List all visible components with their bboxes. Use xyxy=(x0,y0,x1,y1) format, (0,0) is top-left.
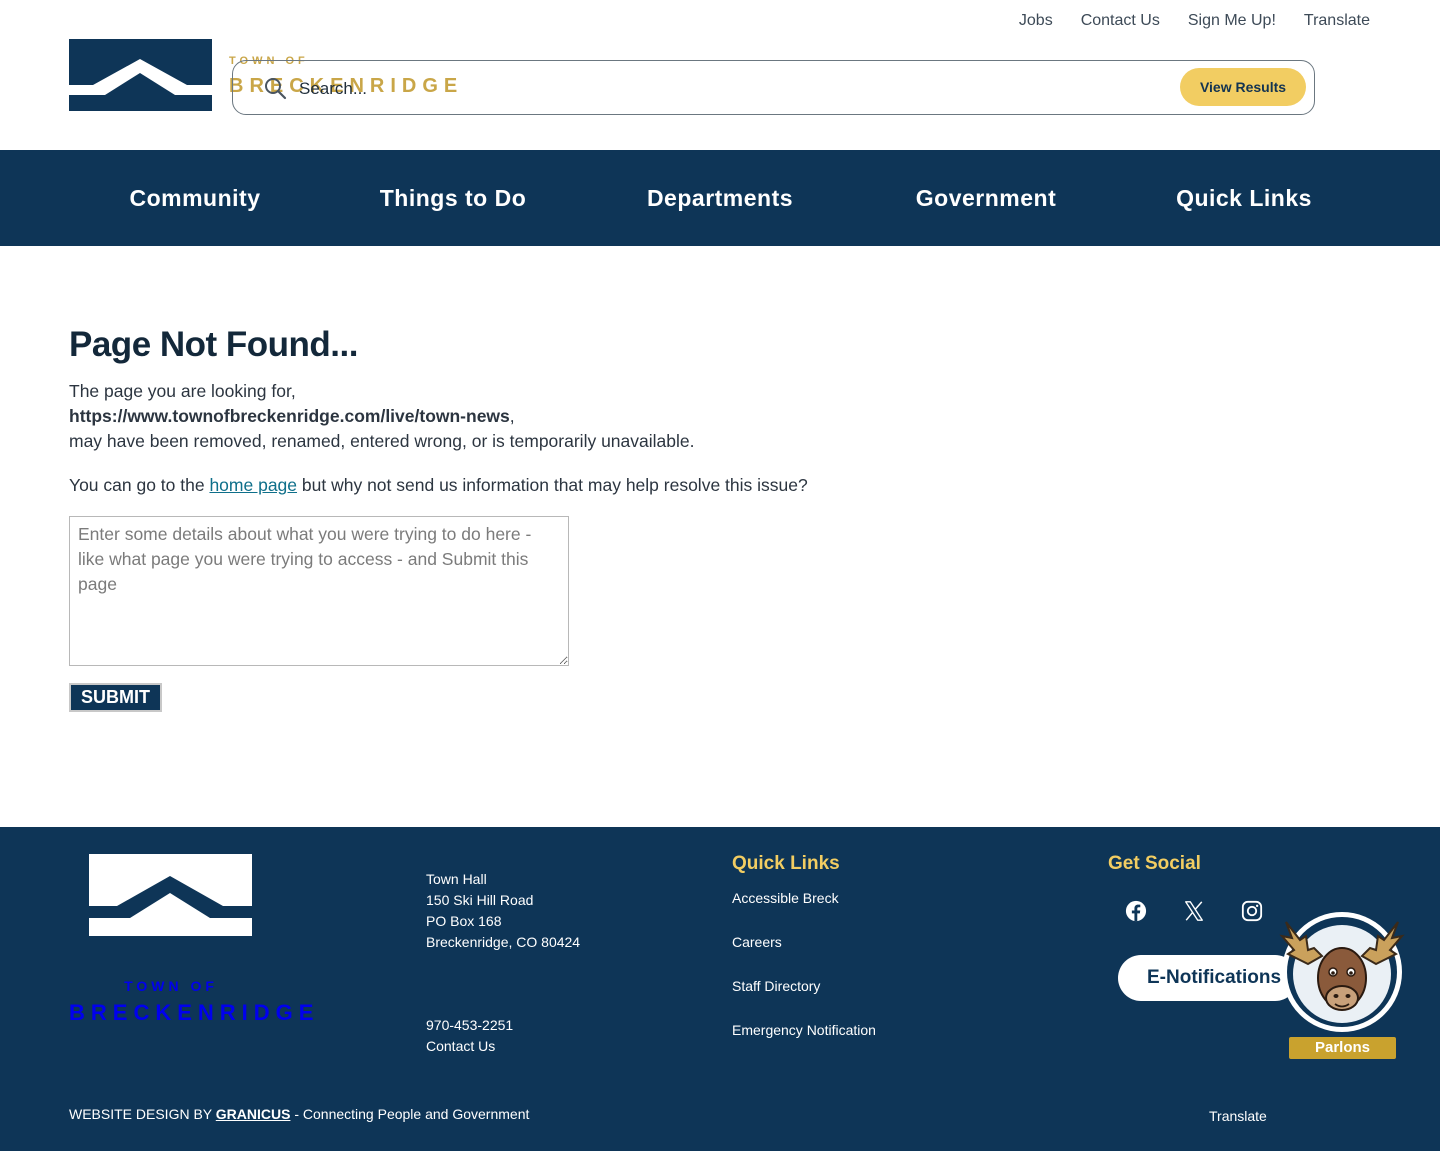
help-prompt: You can go to the home page but why not … xyxy=(69,473,969,498)
footer-phone[interactable]: 970-453-2251 xyxy=(426,1015,513,1036)
footer-address: Town Hall 150 Ski Hill Road PO Box 168 B… xyxy=(426,869,580,953)
e-notifications-button[interactable]: E-Notifications xyxy=(1118,955,1298,1001)
moose-mascot-icon xyxy=(1279,912,1405,1032)
nav-item-quick-links[interactable]: Quick Links xyxy=(1176,150,1312,246)
home-page-link[interactable]: home page xyxy=(209,475,297,495)
footer-logo-town-of: TOWN OF xyxy=(124,978,218,994)
site-credit: WEBSITE DESIGN BY GRANICUS - Connecting … xyxy=(69,1106,529,1122)
footer-link-staff-directory[interactable]: Staff Directory xyxy=(732,978,876,1022)
footer-link-careers[interactable]: Careers xyxy=(732,934,876,978)
error-message: The page you are looking for, https://ww… xyxy=(69,379,969,454)
url-suffix: , xyxy=(509,406,515,426)
main-nav: Community Things to Do Departments Gover… xyxy=(0,150,1440,246)
footer-mountain-logo-icon xyxy=(89,854,252,936)
nav-item-government[interactable]: Government xyxy=(916,150,1056,246)
help-prompt-before: You can go to the xyxy=(69,475,210,495)
utility-link-contact-us[interactable]: Contact Us xyxy=(1081,12,1160,30)
site-footer: TOWN OF BRECKENRIDGE Town Hall 150 Ski H… xyxy=(0,827,1440,1151)
credit-suffix: - Connecting People and Government xyxy=(290,1106,530,1122)
error-line-1: The page you are looking for, xyxy=(69,381,296,401)
nav-item-things-to-do[interactable]: Things to Do xyxy=(380,150,527,246)
chatbot-label: Parlons xyxy=(1289,1037,1396,1059)
mountain-logo-icon xyxy=(69,39,212,111)
x-icon[interactable] xyxy=(1183,900,1205,922)
main-content: Page Not Found... The page you are looki… xyxy=(69,325,969,712)
footer-link-accessible-breck[interactable]: Accessible Breck xyxy=(732,890,876,934)
utility-link-translate[interactable]: Translate xyxy=(1304,12,1370,30)
facebook-icon[interactable] xyxy=(1125,900,1147,922)
feedback-textarea[interactable] xyxy=(69,516,569,666)
utility-link-jobs[interactable]: Jobs xyxy=(1019,12,1053,30)
requested-url: https://www.townofbreckenridge.com/live/… xyxy=(69,406,510,426)
granicus-link[interactable]: GRANICUS xyxy=(216,1106,291,1122)
utility-link-sign-me-up[interactable]: Sign Me Up! xyxy=(1188,12,1276,30)
address-line: PO Box 168 xyxy=(426,913,502,929)
page-title: Page Not Found... xyxy=(69,325,358,364)
error-line-3: may have been removed, renamed, entered … xyxy=(69,431,695,451)
search-input[interactable] xyxy=(299,75,1159,103)
search-bar: View Results xyxy=(232,60,1315,115)
footer-translate-link[interactable]: Translate xyxy=(1209,1108,1267,1124)
chatbot-widget[interactable]: Parlons xyxy=(1272,910,1412,1060)
submit-button[interactable]: SUBMIT xyxy=(69,683,162,712)
footer-quick-links: Accessible Breck Careers Staff Directory… xyxy=(732,890,876,1066)
search-icon xyxy=(265,78,287,100)
address-line: 150 Ski Hill Road xyxy=(426,892,534,908)
credit-prefix: WEBSITE DESIGN BY xyxy=(69,1106,216,1122)
footer-quick-links-heading: Quick Links xyxy=(732,853,840,874)
footer-logo-name: BRECKENRIDGE xyxy=(69,1000,320,1025)
address-line: Breckenridge, CO 80424 xyxy=(426,934,581,950)
address-line: Town Hall xyxy=(426,871,487,887)
social-links xyxy=(1125,900,1263,922)
nav-item-departments[interactable]: Departments xyxy=(647,150,793,246)
footer-logo[interactable]: TOWN OF BRECKENRIDGE xyxy=(69,854,313,1025)
instagram-icon[interactable] xyxy=(1241,900,1263,922)
utility-nav: Jobs Contact Us Sign Me Up! Translate xyxy=(1019,0,1370,42)
footer-contact: 970-453-2251 Contact Us xyxy=(426,1015,513,1057)
nav-item-community[interactable]: Community xyxy=(130,150,261,246)
view-results-button[interactable]: View Results xyxy=(1180,68,1306,106)
footer-contact-us-link[interactable]: Contact Us xyxy=(426,1036,513,1057)
help-prompt-after: but why not send us information that may… xyxy=(297,475,808,495)
footer-social-heading: Get Social xyxy=(1108,853,1201,874)
footer-link-emergency-notification[interactable]: Emergency Notification xyxy=(732,1022,876,1066)
